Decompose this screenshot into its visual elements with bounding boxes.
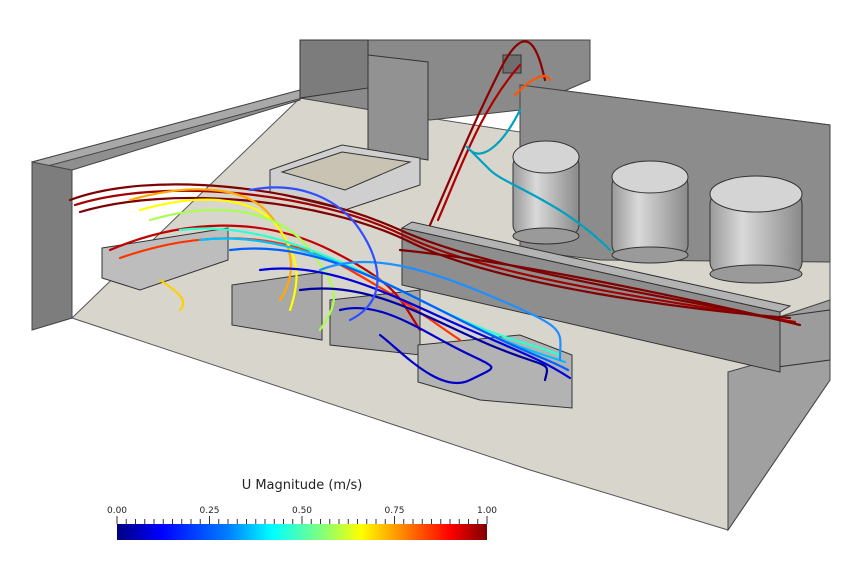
- legend-title: U Magnitude (m/s): [241, 478, 363, 493]
- colorbar: [117, 524, 487, 540]
- back-door: [367, 54, 429, 161]
- back-column: [299, 39, 369, 99]
- colorbar-tick-label: 0.50: [291, 506, 313, 516]
- colorbar-tick-label: 1.00: [476, 506, 498, 516]
- left-wall-front: [31, 161, 73, 331]
- tank-2: [611, 160, 689, 264]
- colorbar-tick-label: 0.00: [106, 506, 128, 516]
- colorbar-ticks: [116, 516, 488, 524]
- tank-1: [512, 140, 580, 245]
- colorbar-tick-label: 0.75: [384, 506, 405, 516]
- tank-3: [709, 175, 803, 284]
- colorbar-tick-label: 0.25: [199, 506, 220, 516]
